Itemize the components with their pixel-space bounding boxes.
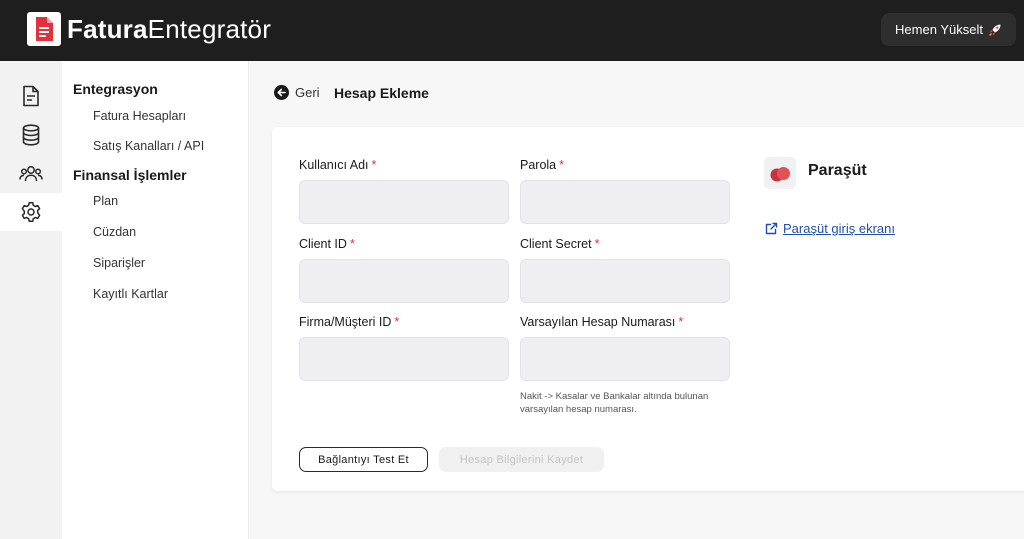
- brand-name-bold: Fatura: [67, 14, 148, 44]
- provider-login-label: Paraşüt giriş ekranı: [783, 221, 895, 236]
- database-icon: [22, 124, 40, 146]
- menu-heading-integration: Entegrasyon: [73, 81, 158, 97]
- required-mark: *: [678, 315, 684, 329]
- client-secret-label: Client Secret *: [520, 237, 599, 251]
- upgrade-label: Hemen Yükselt: [895, 22, 983, 37]
- required-mark: *: [371, 158, 377, 172]
- parasut-logo-icon: [764, 157, 796, 189]
- rail-item-users[interactable]: [0, 155, 62, 193]
- client-secret-input[interactable]: [520, 259, 730, 303]
- required-mark: *: [559, 158, 565, 172]
- external-link-icon: [765, 222, 778, 235]
- save-account-button[interactable]: Hesap Bilgilerini Kaydet: [439, 447, 604, 472]
- users-icon: [19, 166, 43, 182]
- rail-item-invoices[interactable]: [0, 77, 62, 115]
- client-secret-label-text: Client Secret: [520, 237, 592, 251]
- password-label: Parola *: [520, 158, 564, 172]
- back-label: Geri: [295, 85, 320, 100]
- required-mark: *: [349, 237, 355, 251]
- menu-item-orders[interactable]: Siparişler: [93, 256, 145, 270]
- menu-item-saved-cards[interactable]: Kayıtlı Kartlar: [93, 287, 168, 301]
- arrow-left-icon: [274, 85, 289, 100]
- rocket-icon: [988, 24, 1001, 36]
- brand-logo[interactable]: FaturaEntegratör: [27, 12, 271, 46]
- account-number-input[interactable]: [520, 337, 730, 381]
- menu-item-invoice-accounts[interactable]: Fatura Hesapları: [93, 109, 186, 123]
- side-menu: Entegrasyon Fatura Hesapları Satış Kanal…: [62, 61, 249, 539]
- client-id-label-text: Client ID: [299, 237, 347, 251]
- password-label-text: Parola: [520, 158, 557, 172]
- rail-item-database[interactable]: [0, 116, 62, 154]
- company-id-label: Firma/Müşteri ID *: [299, 315, 399, 329]
- provider-name: Paraşüt: [808, 162, 867, 179]
- password-input[interactable]: [520, 180, 730, 224]
- required-mark: *: [594, 237, 600, 251]
- company-id-input[interactable]: [299, 337, 509, 381]
- menu-item-wallet[interactable]: Cüzdan: [93, 225, 136, 239]
- menu-heading-financial: Finansal İşlemler: [73, 167, 187, 183]
- brand-name: FaturaEntegratör: [67, 12, 271, 46]
- account-number-hint: Nakit -> Kasalar ve Bankalar altında bul…: [520, 391, 709, 415]
- username-label: Kullanıcı Adı *: [299, 158, 376, 172]
- top-bar: FaturaEntegratör Hemen Yükselt: [0, 0, 1024, 61]
- invoice-logo-icon: [27, 12, 61, 46]
- provider-login-link[interactable]: Paraşüt giriş ekranı: [765, 221, 895, 236]
- required-mark: *: [394, 315, 400, 329]
- upgrade-button[interactable]: Hemen Yükselt: [881, 13, 1016, 46]
- brand-name-light: Entegratör: [147, 14, 272, 44]
- client-id-label: Client ID *: [299, 237, 355, 251]
- username-input[interactable]: [299, 180, 509, 224]
- account-number-label: Varsayılan Hesap Numarası *: [520, 315, 683, 329]
- page-title: Hesap Ekleme: [334, 85, 429, 101]
- username-label-text: Kullanıcı Adı: [299, 158, 369, 172]
- test-connection-button[interactable]: Bağlantıyı Test Et: [299, 447, 428, 472]
- menu-item-sales-channels[interactable]: Satış Kanalları / API: [93, 139, 204, 153]
- back-button[interactable]: Geri: [274, 85, 320, 100]
- settings-icon: [21, 202, 41, 222]
- client-id-input[interactable]: [299, 259, 509, 303]
- document-icon: [23, 85, 39, 107]
- account-number-label-text: Varsayılan Hesap Numarası: [520, 315, 676, 329]
- icon-rail: [0, 61, 62, 539]
- menu-item-plan[interactable]: Plan: [93, 194, 118, 208]
- rail-item-settings[interactable]: [0, 193, 62, 231]
- company-id-label-text: Firma/Müşteri ID: [299, 315, 392, 329]
